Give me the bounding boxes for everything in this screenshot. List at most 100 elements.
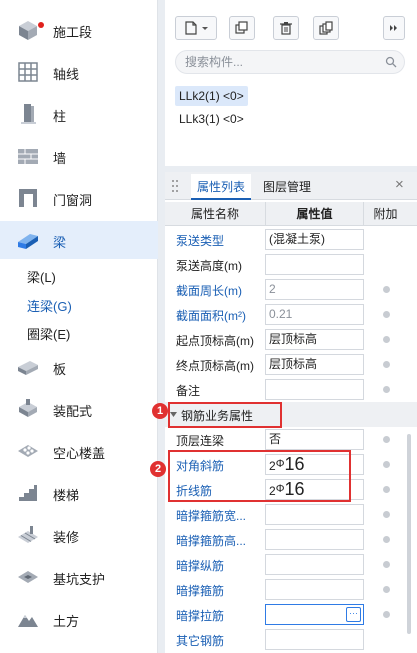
property-row-brace-stirrup: 暗撑箍筋 — [165, 577, 417, 602]
sidebar-item-label: 楼梯 — [53, 488, 80, 503]
property-name: 其它钢筋 — [176, 634, 225, 648]
tab-layer-management[interactable]: 图层管理 — [257, 174, 317, 200]
expand-more-icon — [390, 25, 397, 31]
sidebar-subitem-coupling-beam[interactable]: 连梁(G) — [27, 296, 72, 315]
sidebar-item-decoration[interactable]: 装修 — [0, 516, 158, 554]
sidebar-item-door-window[interactable]: 门窗洞 — [0, 179, 158, 217]
attach-checkbox[interactable] — [383, 311, 390, 318]
sidebar-item-hollow-floor[interactable]: 空心楼盖 — [0, 432, 158, 470]
property-name: 暗撑箍筋高... — [176, 534, 247, 548]
sidebar-subitem-ring-beam[interactable]: 圈梁(E) — [27, 324, 70, 343]
sidebar-item-stairs[interactable]: 楼梯 — [0, 474, 158, 512]
component-item-llk2[interactable]: LLk2(1) <0> — [175, 86, 248, 106]
sidebar-item-label: 柱 — [53, 109, 67, 124]
construction-segment-icon — [19, 21, 37, 40]
sidebar-item-label: 基坑支护 — [53, 572, 106, 587]
stairs-icon — [19, 485, 37, 501]
property-name: 起点顶标高(m) — [176, 334, 254, 348]
property-row-brace-stirrup-width: 暗撑箍筋宽... — [165, 502, 417, 527]
property-row-other-rebar: 其它钢筋 — [165, 627, 417, 652]
delete-icon — [280, 22, 292, 35]
property-value-field[interactable]: 否 — [265, 429, 364, 450]
property-value-field[interactable]: 0.21 — [265, 304, 364, 325]
search-icon[interactable] — [385, 56, 397, 68]
tab-property-list[interactable]: 属性列表 — [191, 174, 252, 200]
sidebar-item-label: 墙 — [53, 151, 67, 166]
sidebar-item-axis[interactable]: 轴线 — [0, 53, 158, 91]
sidebar-item-slab[interactable]: 板 — [0, 348, 158, 386]
attach-checkbox[interactable] — [383, 461, 390, 468]
sidebar-item-label: 板 — [53, 362, 67, 377]
property-value-field[interactable]: (混凝土泵) — [265, 229, 364, 250]
annotation-badge-2: 2 — [150, 461, 166, 477]
attach-checkbox[interactable] — [383, 386, 390, 393]
property-value-field[interactable]: 层顶标高 — [265, 329, 364, 350]
property-value-field[interactable] — [265, 379, 364, 400]
attach-checkbox[interactable] — [383, 286, 390, 293]
property-row-section-perimeter: 截面周长(m) 2 — [165, 277, 417, 302]
sidebar-subitem-beam-l[interactable]: 梁(L) — [27, 267, 56, 286]
sidebar-item-wall[interactable]: 墙 — [0, 137, 158, 175]
sidebar-item-label: 梁 — [53, 235, 67, 250]
attach-checkbox[interactable] — [383, 586, 390, 593]
copy-button[interactable] — [229, 16, 255, 40]
sidebar-item-label: 土方 — [53, 614, 80, 629]
attach-checkbox[interactable] — [383, 511, 390, 518]
sidebar-item-label: 空心楼盖 — [53, 446, 106, 461]
component-item-llk3[interactable]: LLk3(1) <0> — [175, 109, 248, 129]
component-search-input[interactable] — [175, 50, 405, 74]
hollow-floor-icon — [18, 445, 38, 457]
axis-grid-icon — [18, 62, 38, 82]
earthwork-icon — [18, 615, 38, 627]
attach-checkbox[interactable] — [383, 611, 390, 618]
property-value-field[interactable] — [265, 629, 364, 650]
property-value-field[interactable] — [265, 504, 364, 525]
sidebar-item-label: 轴线 — [53, 67, 80, 82]
drag-handle-icon[interactable] — [171, 179, 179, 193]
header-property-name: 属性名称 — [190, 207, 239, 221]
sidebar-item-construction-segment[interactable]: 施工段 — [0, 11, 158, 49]
property-value-field[interactable] — [265, 529, 364, 550]
property-table-header: 属性名称 属性值 附加 — [165, 202, 417, 226]
property-name: 暗撑箍筋 — [176, 584, 225, 598]
header-extra: 附加 — [373, 207, 398, 221]
sidebar-item-column[interactable]: 柱 — [0, 95, 158, 133]
delete-button[interactable] — [273, 16, 299, 40]
new-component-button[interactable] — [175, 16, 217, 40]
attach-checkbox[interactable] — [383, 561, 390, 568]
attach-checkbox[interactable] — [383, 436, 390, 443]
property-value-field[interactable]: ··· — [265, 604, 364, 625]
close-icon[interactable]: × — [395, 177, 404, 193]
beam-icon — [18, 234, 38, 249]
attach-checkbox[interactable] — [383, 486, 390, 493]
property-value-field[interactable]: 2 — [265, 279, 364, 300]
attach-checkbox[interactable] — [383, 361, 390, 368]
new-component-icon — [185, 21, 208, 35]
property-value-field[interactable] — [265, 254, 364, 275]
sidebar-item-label: 施工段 — [53, 25, 93, 40]
ellipsis-button[interactable]: ··· — [346, 607, 361, 622]
wall-icon — [18, 149, 38, 164]
prefab-icon — [19, 399, 37, 417]
property-name: 顶层连梁 — [176, 434, 225, 448]
property-name: 截面面积(m²) — [176, 309, 246, 323]
sidebar-item-beam[interactable]: 梁 — [0, 221, 158, 259]
property-value-field[interactable] — [265, 579, 364, 600]
property-value-field[interactable] — [265, 554, 364, 575]
property-row-start-top-elevation: 起点顶标高(m) 层顶标高 — [165, 327, 417, 352]
property-value-field[interactable]: 层顶标高 — [265, 354, 364, 375]
property-row-top-coupling-beam: 顶层连梁 否 — [165, 427, 417, 452]
sidebar-item-earthwork[interactable]: 土方 — [0, 600, 158, 638]
door-window-icon — [19, 189, 37, 207]
vertical-scrollbar[interactable] — [407, 434, 411, 634]
decoration-icon — [18, 526, 38, 543]
attach-checkbox[interactable] — [383, 336, 390, 343]
property-name: 终点顶标高(m) — [176, 359, 254, 373]
property-name: 备注 — [176, 384, 201, 398]
property-row-remark: 备注 — [165, 377, 417, 402]
sidebar-item-pit-support[interactable]: 基坑支护 — [0, 558, 158, 596]
sidebar-item-prefab[interactable]: 装配式 — [0, 390, 158, 428]
expand-more-button[interactable] — [383, 16, 405, 40]
attach-checkbox[interactable] — [383, 536, 390, 543]
duplicate-button[interactable] — [313, 16, 339, 40]
